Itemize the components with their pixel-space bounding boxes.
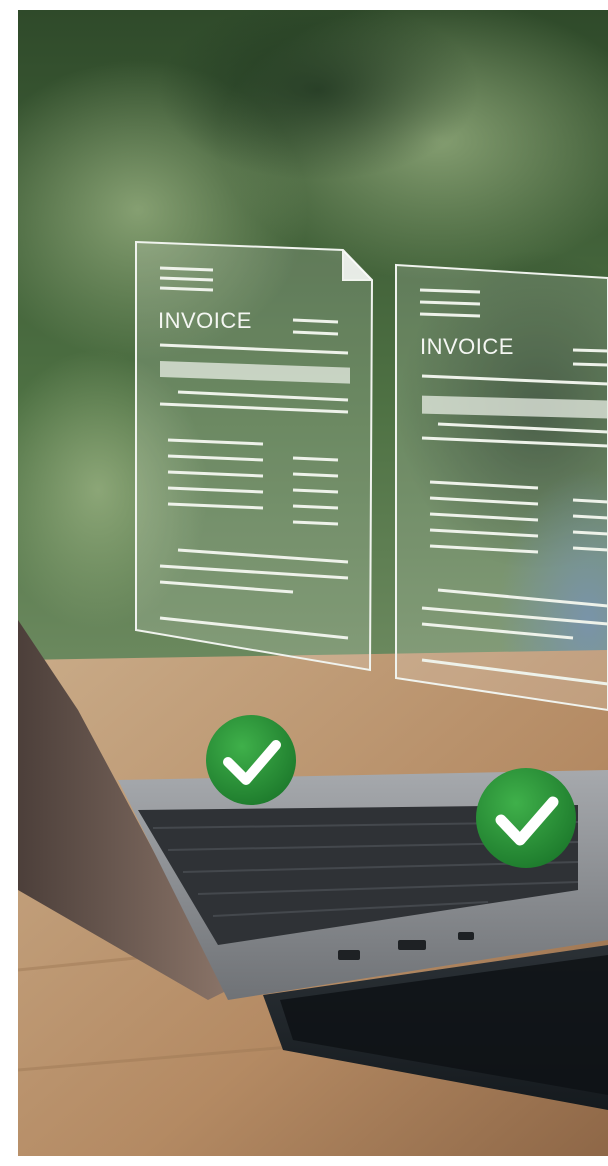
check-mark-icon [206, 715, 296, 805]
invoice-title-1: INVOICE [158, 308, 252, 333]
invoice-title-2: INVOICE [420, 334, 514, 359]
photo-scene: INVOICE INVOICE [18, 10, 608, 1156]
check-mark-icon [476, 768, 576, 868]
invoice-document-2: INVOICE [395, 263, 608, 712]
invoice-approval-photo: INVOICE INVOICE [18, 10, 608, 1156]
invoice-document-1: INVOICE [135, 240, 374, 672]
